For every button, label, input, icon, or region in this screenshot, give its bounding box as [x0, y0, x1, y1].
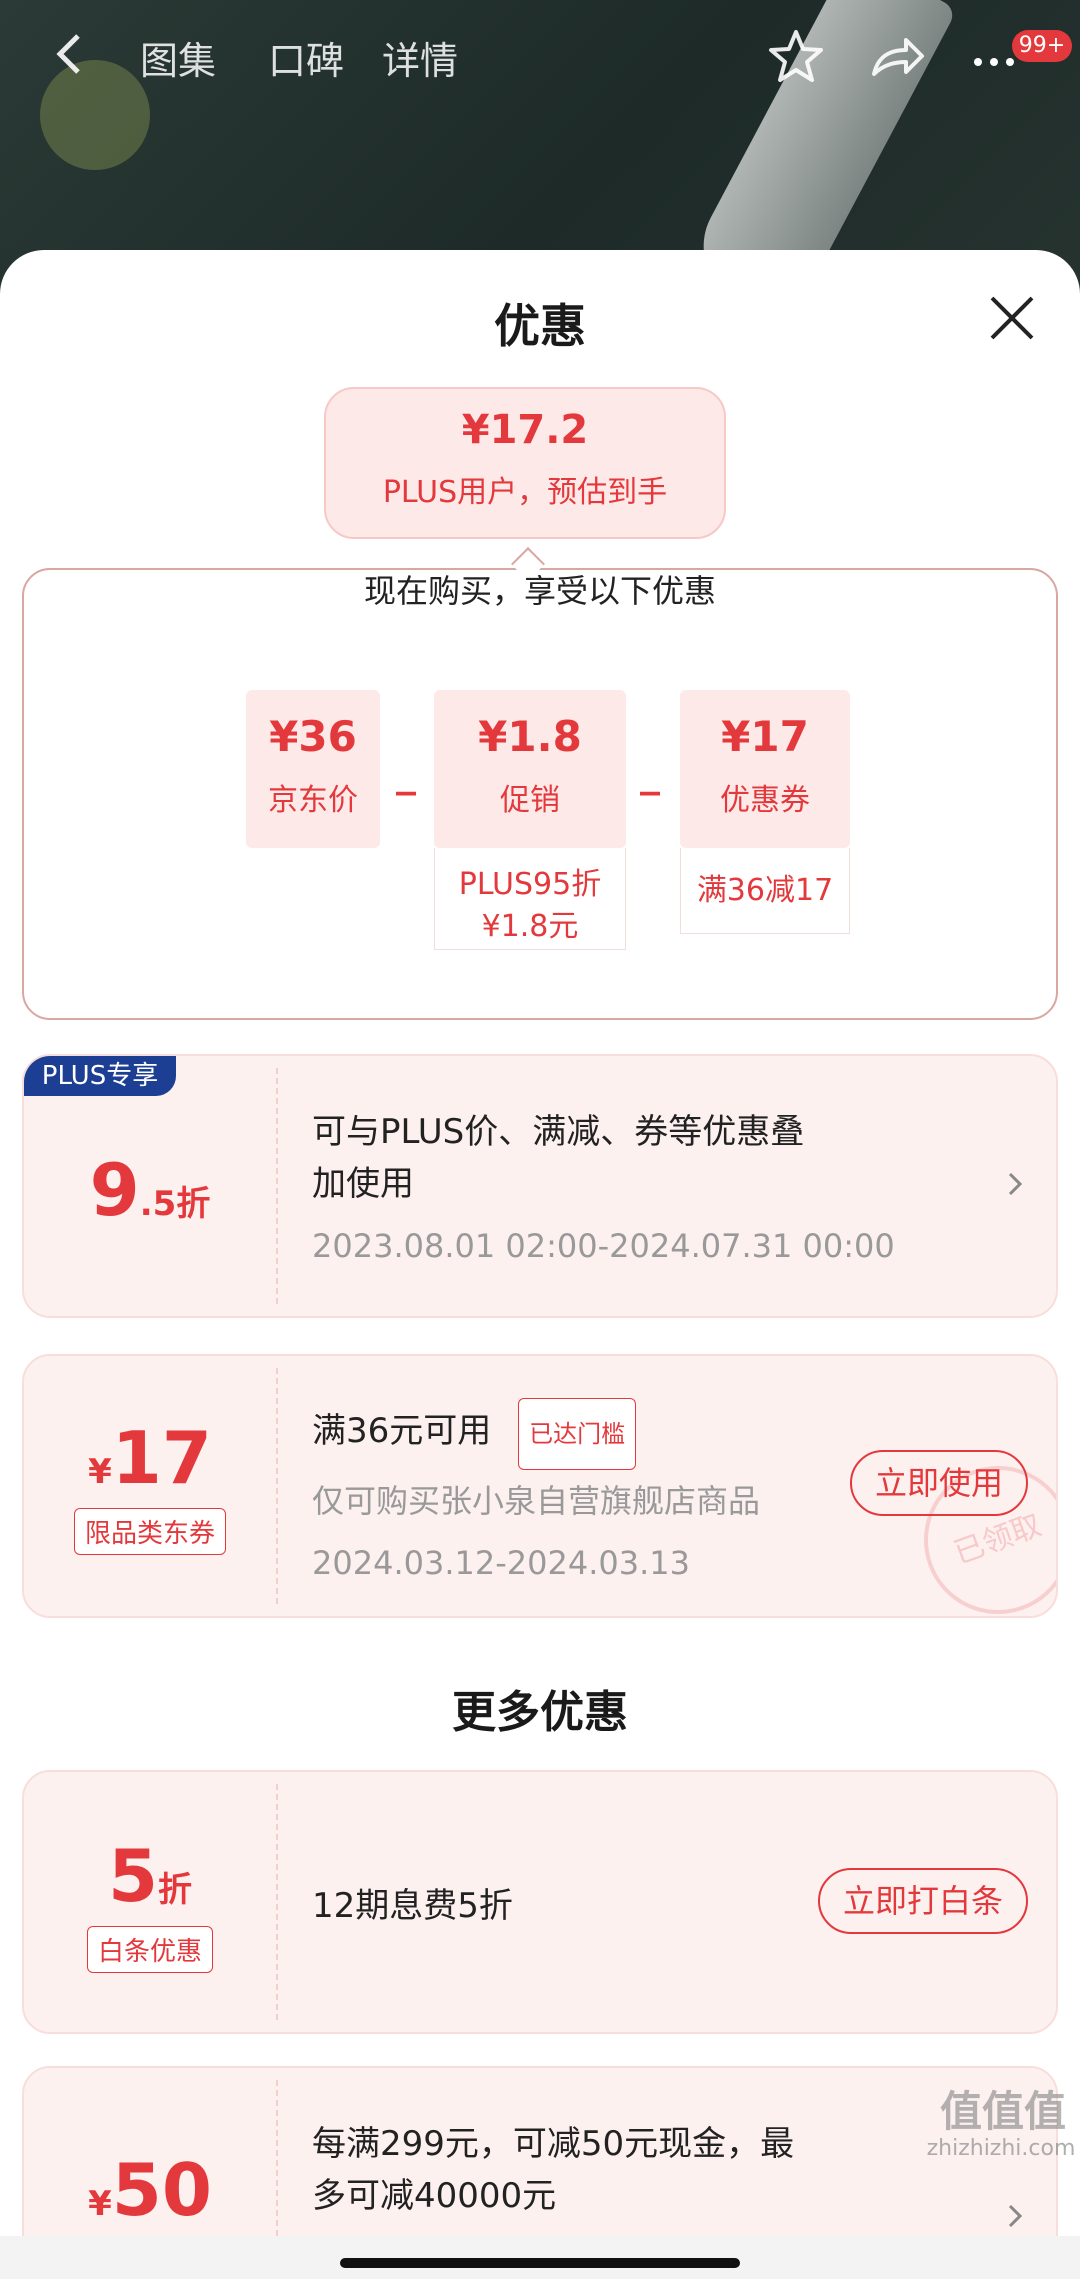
cash-amount: ¥50: [24, 2148, 276, 2232]
baitiao-tag: 白条优惠: [86, 1926, 213, 1973]
estimated-price-label: PLUS用户，预估到手: [382, 475, 668, 510]
card-divider: [276, 1368, 278, 1604]
cash-desc: 每满299元，可减50元现金，最 多可减40000元: [312, 2118, 794, 2222]
baitiao-discount: 5折 白条优惠: [24, 1834, 276, 1973]
chevron-right-icon[interactable]: [1004, 2196, 1028, 2236]
plus-discount-value: 9.5折: [24, 1148, 276, 1232]
card-divider: [276, 1068, 278, 1304]
baitiao-small: 折: [158, 1870, 193, 1910]
plus-discount-desc: 可与PLUS价、满减、券等优惠叠 加使用 2023.08.01 02:00-20…: [312, 1106, 895, 1272]
coupon-amount: ¥17 限品类东券: [24, 1416, 276, 1555]
chevron-right-icon[interactable]: [1004, 1164, 1028, 1204]
coupon-card-17: ¥17 限品类东券 满36元可用 已达门槛 仅可购买张小泉自营旗舰店商品 202…: [22, 1354, 1058, 1618]
price-cell-coupon: ¥17 优惠券: [680, 690, 850, 848]
tab-details[interactable]: 详情: [382, 30, 458, 85]
price-cell-jd: ¥36 京东价: [246, 690, 380, 848]
plus-discount-card[interactable]: PLUS专享 9.5折 可与PLUS价、满减、券等优惠叠 加使用 2023.08…: [22, 1054, 1058, 1318]
discount-big: 9: [89, 1148, 140, 1232]
currency-symbol: ¥: [88, 2184, 112, 2224]
jd-price-label: 京东价: [268, 783, 358, 818]
baitiao-big: 5: [107, 1834, 159, 1918]
tab-gallery[interactable]: 图集: [140, 30, 216, 85]
close-icon[interactable]: [984, 290, 1040, 346]
coupon-info: 满36元可用 已达门槛 仅可购买张小泉自营旗舰店商品 2024.03.12-20…: [312, 1398, 760, 1594]
promo-detail: PLUS95折 ¥1.8元: [434, 848, 626, 950]
jd-price-value: ¥36: [269, 712, 357, 761]
watermark-url: zhizhizhi.com: [926, 2136, 1076, 2161]
baitiao-text: 12期息费5折: [312, 1886, 513, 1926]
coupon-label: 优惠券: [720, 783, 810, 818]
promo-label: 促销: [500, 783, 560, 818]
coupon-type-tag: 限品类东券: [73, 1508, 226, 1555]
minus-sign: _: [396, 750, 416, 796]
calculation-heading: 现在购买，享受以下优惠: [363, 572, 716, 610]
card-divider: [276, 1784, 278, 2020]
coupon-scope: 仅可购买张小泉自营旗舰店商品: [312, 1482, 761, 1520]
estimated-price-box: ¥17.2 PLUS用户，预估到手: [324, 387, 726, 539]
tab-reviews[interactable]: 口碑: [268, 30, 344, 85]
minus-sign: _: [640, 750, 660, 796]
threshold-met-tag: 已达门槛: [518, 1398, 637, 1470]
discount-sheet: 优惠 ¥17.2 PLUS用户，预估到手 现在购买，享受以下优惠 ¥36 京东价…: [0, 250, 1080, 2279]
home-indicator[interactable]: [340, 2258, 740, 2268]
desc-line1: 可与PLUS价、满减、券等优惠叠: [312, 1112, 805, 1152]
coupon-big-value: 17: [111, 1416, 212, 1500]
promo-value: ¥1.8: [478, 712, 582, 761]
coupon-threshold: 满36元可用: [312, 1411, 492, 1451]
coupon-value: ¥17: [721, 712, 809, 761]
watermark-logo: 值值值: [939, 2087, 1066, 2136]
plus-exclusive-badge: PLUS专享: [24, 1056, 176, 1096]
promo-detail-line2: ¥1.8元: [481, 909, 579, 944]
share-icon[interactable]: [866, 28, 926, 84]
estimated-price: ¥17.2: [461, 407, 589, 453]
promo-detail-line1: PLUS95折: [458, 867, 602, 902]
coupon-validity: 2024.03.12-2024.03.13: [312, 1544, 690, 1582]
price-cell-promo: ¥1.8 促销: [434, 690, 626, 848]
back-arrow-icon[interactable]: [48, 24, 92, 84]
cash-line1: 每满299元，可减50元现金，最: [312, 2124, 795, 2164]
coupon-detail: 满36减17: [680, 848, 850, 934]
use-now-button[interactable]: 立即使用: [850, 1450, 1028, 1516]
validity-date: 2023.08.01 02:00-2024.07.31 00:00: [312, 1227, 895, 1265]
more-offers-title: 更多优惠: [452, 1687, 628, 1738]
sheet-title: 优惠: [494, 299, 586, 353]
open-baitiao-button[interactable]: 立即打白条: [818, 1868, 1028, 1934]
message-count-badge: 99+: [1012, 30, 1072, 62]
baitiao-card: 5折 白条优惠 12期息费5折 立即打白条: [22, 1770, 1058, 2034]
favorite-star-icon[interactable]: [766, 28, 826, 84]
desc-line2: 加使用: [312, 1164, 414, 1204]
discount-small: .5折: [139, 1184, 211, 1224]
cash-line2: 多可减40000元: [312, 2176, 557, 2216]
top-nav-bar: 图集 口碑 详情 99+: [0, 18, 1080, 88]
currency-symbol: ¥: [88, 1452, 112, 1492]
cash-big-value: 50: [111, 2148, 212, 2232]
